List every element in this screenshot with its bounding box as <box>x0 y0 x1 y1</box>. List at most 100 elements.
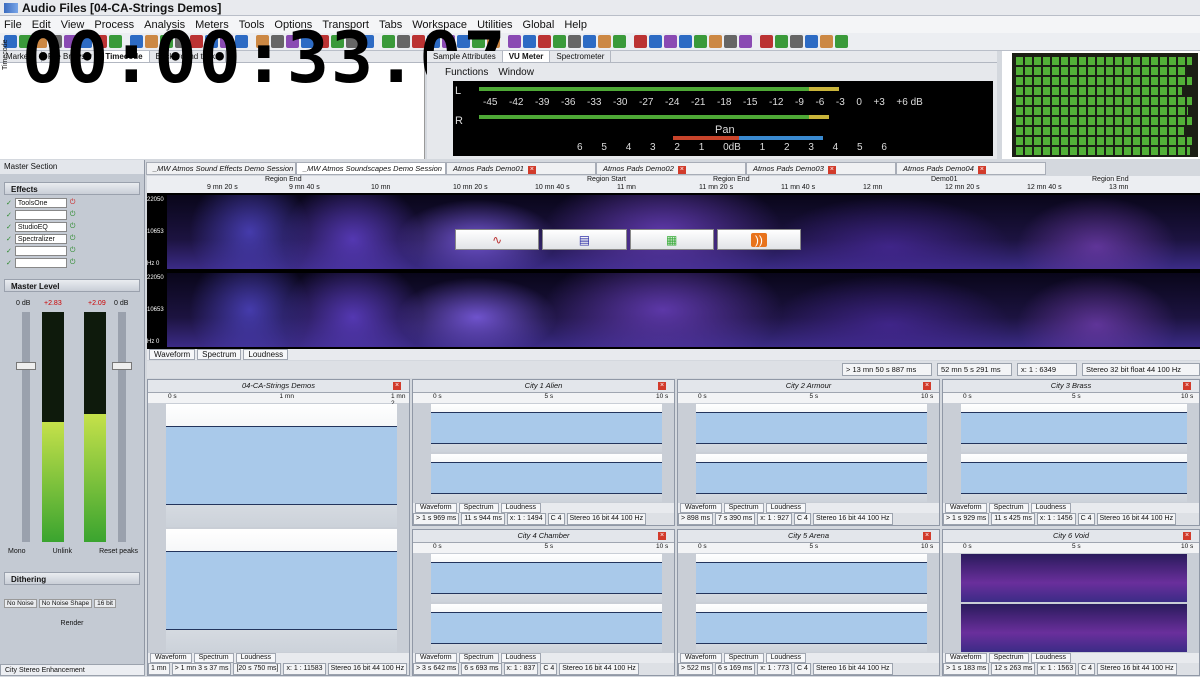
close-icon[interactable]: × <box>658 382 666 390</box>
vu-menu-functions[interactable]: Functions <box>445 67 488 78</box>
effect-slot[interactable] <box>15 210 67 220</box>
region-marker[interactable]: Region Start <box>587 176 626 183</box>
waveform-channel[interactable] <box>431 604 662 652</box>
panel-title[interactable]: City 6 Void× <box>943 530 1199 543</box>
waveform-channel[interactable] <box>696 604 927 652</box>
dithering-header[interactable]: Dithering <box>4 572 140 585</box>
effect-enable-checkbox[interactable]: ✓ <box>6 259 12 267</box>
effect-enable-checkbox[interactable]: ✓ <box>6 223 12 231</box>
panel-ruler[interactable]: 0 s5 s10 s <box>413 393 674 403</box>
toolbar-icon[interactable] <box>634 35 647 48</box>
view-tab-loudness[interactable]: Loudness <box>501 653 541 663</box>
effect-enable-checkbox[interactable]: ✓ <box>6 235 12 243</box>
panel-ruler[interactable]: 0 s5 s10 s <box>413 543 674 553</box>
session-tab[interactable]: Atmos Pads Demo01× <box>446 162 596 175</box>
toolbar-icon[interactable] <box>553 35 566 48</box>
panel-title[interactable]: City 4 Chamber× <box>413 530 674 543</box>
view-tab-loudness[interactable]: Loudness <box>766 503 806 513</box>
view-tab-waveform[interactable]: Waveform <box>945 653 987 663</box>
effect-power-icon[interactable]: ⏻ <box>70 235 76 243</box>
view-tab-waveform[interactable]: Waveform <box>150 653 192 663</box>
waveform-channel[interactable] <box>961 604 1187 652</box>
close-icon[interactable]: × <box>1183 382 1191 390</box>
toolbar-icon[interactable] <box>508 35 521 48</box>
view-tab-waveform[interactable]: Waveform <box>945 503 987 513</box>
left-fader-track[interactable] <box>22 312 30 542</box>
view-tab-spectrum[interactable]: Spectrum <box>989 653 1029 663</box>
effect-power-icon[interactable]: ⏻ <box>70 259 76 267</box>
spectrogram-ruler[interactable]: 9 mn 20 s9 mn 40 s10 mn10 mn 20 s10 mn 4… <box>147 176 1200 193</box>
close-icon[interactable]: × <box>528 166 536 174</box>
toolbar-icon[interactable] <box>664 35 677 48</box>
toolbar-icon[interactable] <box>754 35 758 48</box>
panel-ruler[interactable]: 0 s5 s10 s <box>678 543 939 553</box>
mono-button[interactable]: Mono <box>8 548 26 555</box>
waveform-channel[interactable] <box>431 554 662 602</box>
view-tab-loudness[interactable]: Loudness <box>766 653 806 663</box>
toolbar-icon[interactable] <box>820 35 833 48</box>
noise-shape-select[interactable]: No Noise Shape <box>39 599 92 608</box>
effect-power-icon[interactable]: ⏻ <box>70 223 76 231</box>
view-tab-spectrum[interactable]: Spectrum <box>724 503 764 513</box>
view-tab-spectrum[interactable]: Spectrum <box>459 503 499 513</box>
effect-slot[interactable]: ToolsOne <box>15 198 67 208</box>
waveform-channel[interactable] <box>166 529 397 652</box>
panel-title[interactable]: 04-CA-Strings Demos× <box>148 380 409 393</box>
right-fader-track[interactable] <box>118 312 126 542</box>
toolbar-icon[interactable] <box>679 35 692 48</box>
tab-vu-meter[interactable]: VU Meter <box>503 51 551 62</box>
effect-slot[interactable]: Spectralizer <box>15 234 67 244</box>
waveform-channel[interactable] <box>431 454 662 502</box>
view-tab-waveform[interactable]: Waveform <box>680 653 722 663</box>
toolbar-icon[interactable] <box>583 35 596 48</box>
waveform-channel[interactable] <box>961 404 1187 452</box>
waveform-channel[interactable] <box>431 404 662 452</box>
effect-slot[interactable] <box>15 246 67 256</box>
toolbar-icon[interactable] <box>724 35 737 48</box>
tab-sample-attributes[interactable]: Sample Attributes <box>427 51 503 62</box>
view-tab-spectrum[interactable]: Spectrum <box>724 653 764 663</box>
preset-name[interactable]: City Stereo Enhancement <box>0 664 145 676</box>
effect-enable-checkbox[interactable]: ✓ <box>6 247 12 255</box>
close-icon[interactable]: × <box>923 382 931 390</box>
right-fader-handle[interactable] <box>112 362 132 370</box>
panel-ruler[interactable]: 0 s1 mn1 mn 2 <box>148 393 409 403</box>
master-level-header[interactable]: Master Level <box>4 279 140 292</box>
reset-peaks-button[interactable]: Reset peaks <box>99 548 138 555</box>
effects-header[interactable]: Effects <box>4 182 140 195</box>
effect-enable-checkbox[interactable]: ✓ <box>6 211 12 219</box>
waveform-channel[interactable] <box>961 454 1187 502</box>
session-tab[interactable]: _MW Atmos Soundscapes Demo Session× <box>296 162 446 175</box>
panel-title[interactable]: City 2 Armour× <box>678 380 939 393</box>
unlink-button[interactable]: Unlink <box>53 548 72 555</box>
close-icon[interactable]: × <box>978 166 986 174</box>
toolbar-icon[interactable] <box>760 35 773 48</box>
close-icon[interactable]: × <box>828 166 836 174</box>
view-tab-loudness[interactable]: Loudness <box>236 653 276 663</box>
close-icon[interactable]: × <box>678 166 686 174</box>
waveform-channel[interactable] <box>696 454 927 502</box>
bits-select[interactable]: 16 bit <box>94 599 116 608</box>
panel-title[interactable]: City 3 Brass× <box>943 380 1199 393</box>
mixer-view-button[interactable]: ▤ <box>542 229 626 250</box>
view-tab-spectrum[interactable]: Spectrum <box>459 653 499 663</box>
panel-ruler[interactable]: 0 s5 s10 s <box>678 393 939 403</box>
panel-ruler[interactable]: 0 s5 s10 s <box>943 393 1199 403</box>
region-marker[interactable]: Region End <box>265 176 302 183</box>
toolbar-icon[interactable] <box>613 35 626 48</box>
waveform-channel[interactable] <box>166 404 397 527</box>
menu-item-global[interactable]: Global <box>523 19 555 31</box>
rss-view-button[interactable]: )) <box>717 229 801 250</box>
toolbar-icon[interactable] <box>568 35 581 48</box>
session-tab[interactable]: Atmos Pads Demo03× <box>746 162 896 175</box>
toolbar-icon[interactable] <box>790 35 803 48</box>
toolbar-icon[interactable] <box>649 35 662 48</box>
waveform-channel[interactable] <box>961 554 1187 602</box>
effect-power-icon[interactable]: ⏻ <box>70 247 76 255</box>
toolbar-icon[interactable] <box>523 35 536 48</box>
vu-menu-window[interactable]: Window <box>498 67 534 78</box>
session-tab[interactable]: Atmos Pads Demo04× <box>896 162 1046 175</box>
view-tab-spectrum[interactable]: Spectrum <box>197 349 241 360</box>
panel-title[interactable]: City 5 Arena× <box>678 530 939 543</box>
left-fader-handle[interactable] <box>16 362 36 370</box>
